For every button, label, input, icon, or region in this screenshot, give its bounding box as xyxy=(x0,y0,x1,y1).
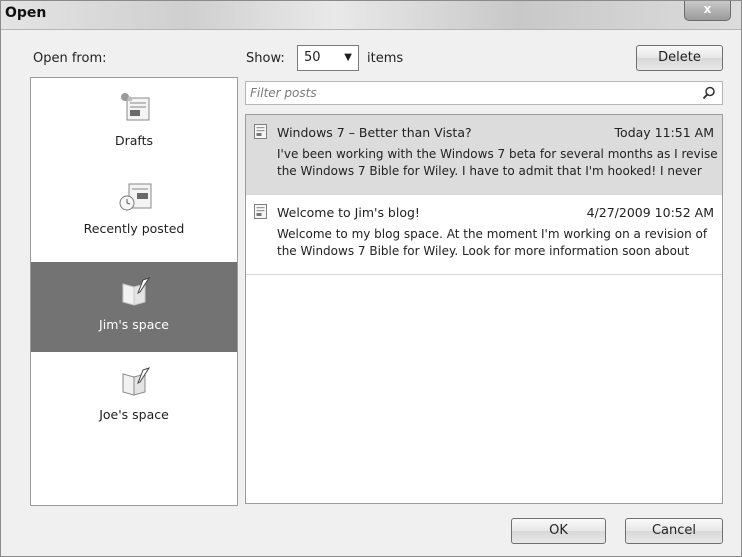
post-date: 4/27/2009 10:52 AM xyxy=(586,205,714,220)
source-item-recently-posted[interactable]: Recently posted xyxy=(31,166,237,256)
show-label: Show: xyxy=(246,51,285,66)
close-icon: x xyxy=(703,2,712,16)
post-excerpt: Welcome to my blog space. At the moment … xyxy=(277,226,717,260)
post-item[interactable]: Windows 7 – Better than Vista? Today 11:… xyxy=(246,115,722,195)
dialog-title: Open xyxy=(5,5,47,21)
post-title: Welcome to Jim's blog! xyxy=(277,205,420,220)
blog-space-icon xyxy=(122,277,151,306)
ok-button[interactable]: OK xyxy=(511,518,606,544)
post-excerpt-line: I've been working with the Windows 7 bet… xyxy=(277,147,717,161)
source-label: Jim's space xyxy=(99,317,169,332)
drafts-icon xyxy=(121,93,150,121)
items-count-value: 50 xyxy=(304,50,321,65)
document-icon xyxy=(254,204,267,219)
title-bar[interactable]: Open x xyxy=(1,1,741,30)
close-button[interactable]: x xyxy=(684,1,731,21)
source-list: Drafts Recently posted Jim's space Joe's… xyxy=(30,77,238,506)
source-item-drafts[interactable]: Drafts xyxy=(31,78,237,168)
recently-posted-icon xyxy=(119,183,152,211)
open-dialog: Open x Open from: Drafts Recently posted… xyxy=(0,0,742,557)
post-excerpt-line: the Windows 7 Bible for Wiley. Look for … xyxy=(277,244,690,258)
cancel-button[interactable]: Cancel xyxy=(625,518,723,544)
post-excerpt-line: the Windows 7 Bible for Wiley. I have to… xyxy=(277,164,702,178)
post-list: Windows 7 – Better than Vista? Today 11:… xyxy=(245,114,723,504)
filter-placeholder: Filter posts xyxy=(250,86,317,100)
document-icon xyxy=(254,124,267,139)
source-item-joes-space[interactable]: Joe's space xyxy=(31,352,237,442)
blog-space-icon xyxy=(122,367,151,396)
items-label: items xyxy=(367,51,404,66)
items-count-select[interactable]: 50 ▼ xyxy=(297,45,359,71)
delete-button[interactable]: Delete xyxy=(636,45,723,71)
source-item-jims-space[interactable]: Jim's space xyxy=(31,262,237,352)
search-icon[interactable] xyxy=(702,86,716,100)
open-from-label: Open from: xyxy=(33,51,107,66)
post-date: Today 11:51 AM xyxy=(614,125,714,140)
source-label: Recently posted xyxy=(83,221,185,236)
chevron-down-icon: ▼ xyxy=(344,52,352,63)
post-excerpt-line: Welcome to my blog space. At the moment … xyxy=(277,227,708,241)
source-label: Drafts xyxy=(114,133,154,148)
post-title: Windows 7 – Better than Vista? xyxy=(277,125,472,140)
post-excerpt: I've been working with the Windows 7 bet… xyxy=(277,146,717,180)
filter-posts-input[interactable]: Filter posts xyxy=(245,81,723,105)
post-item[interactable]: Welcome to Jim's blog! 4/27/2009 10:52 A… xyxy=(246,195,722,275)
source-label: Joe's space xyxy=(99,407,169,422)
